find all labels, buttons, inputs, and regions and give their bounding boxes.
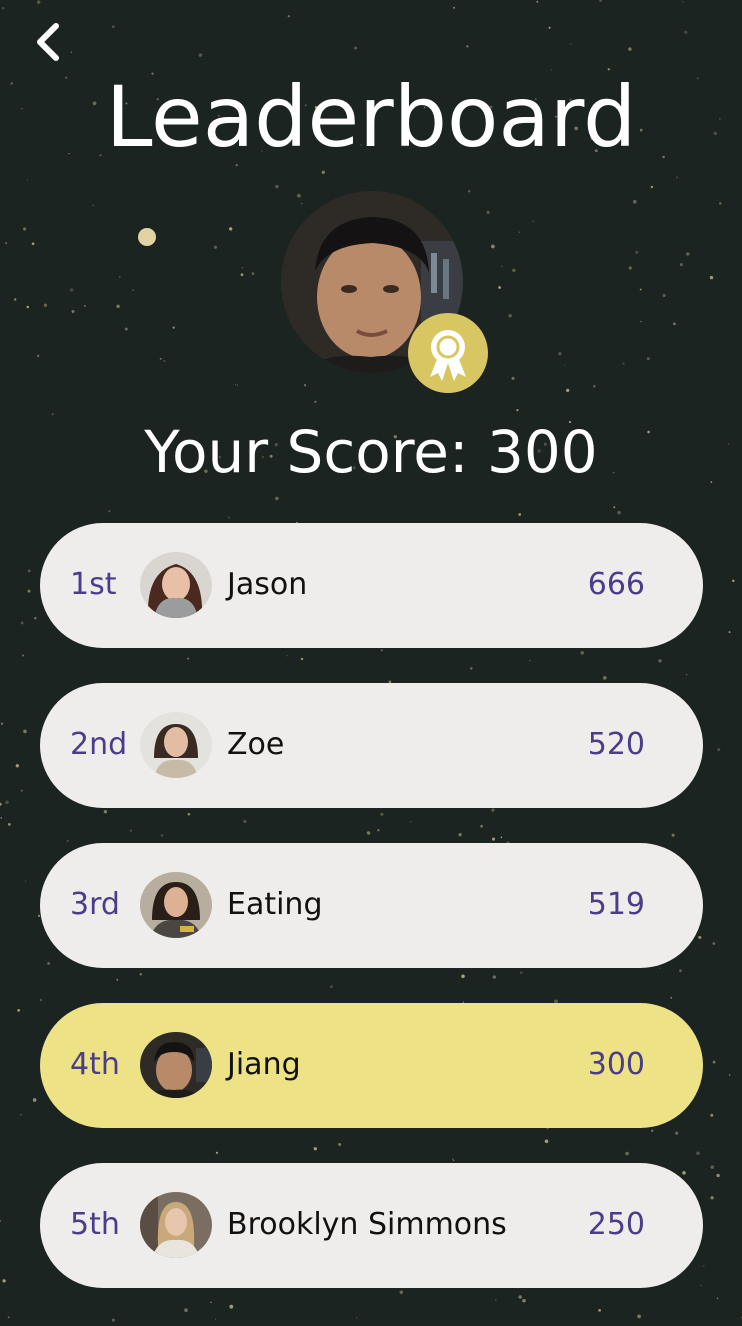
player-name: Jason <box>227 567 308 602</box>
rank-label: 4th <box>70 1047 120 1082</box>
avatar <box>140 712 212 778</box>
player-score: 520 <box>587 727 645 762</box>
award-ribbon-icon <box>430 330 466 381</box>
rank-label: 1st <box>70 567 117 602</box>
player-name: Eating <box>227 887 323 922</box>
avatar <box>140 552 212 618</box>
chevron-left-icon <box>37 23 59 61</box>
avatar <box>140 1032 212 1098</box>
decorative-dot <box>138 228 156 246</box>
player-name: Jiang <box>227 1047 301 1082</box>
leaderboard-row[interactable]: 1st Jason 666 <box>40 523 703 648</box>
avatar <box>140 1192 212 1258</box>
player-score: 300 <box>587 1047 645 1082</box>
back-button[interactable] <box>28 18 72 66</box>
rank-label: 3rd <box>70 887 120 922</box>
avatar <box>140 872 212 938</box>
rank-label: 2nd <box>70 727 128 762</box>
player-name: Zoe <box>227 727 285 762</box>
leaderboard-row[interactable]: 5th Brooklyn Simmons 250 <box>40 1163 703 1288</box>
player-name: Brooklyn Simmons <box>227 1207 507 1242</box>
award-badge <box>408 313 488 393</box>
player-score: 519 <box>587 887 645 922</box>
player-score: 666 <box>587 567 645 602</box>
player-score: 250 <box>587 1207 645 1242</box>
your-score-text: Your Score: 300 <box>144 418 598 486</box>
rank-label: 5th <box>70 1207 120 1242</box>
leaderboard-row[interactable]: 2nd Zoe 520 <box>40 683 703 808</box>
page-title: Leaderboard <box>105 68 637 166</box>
leaderboard-row[interactable]: 3rd Eating 519 <box>40 843 703 968</box>
leaderboard-row-current-user[interactable]: 4th Jiang 300 <box>40 1003 703 1128</box>
